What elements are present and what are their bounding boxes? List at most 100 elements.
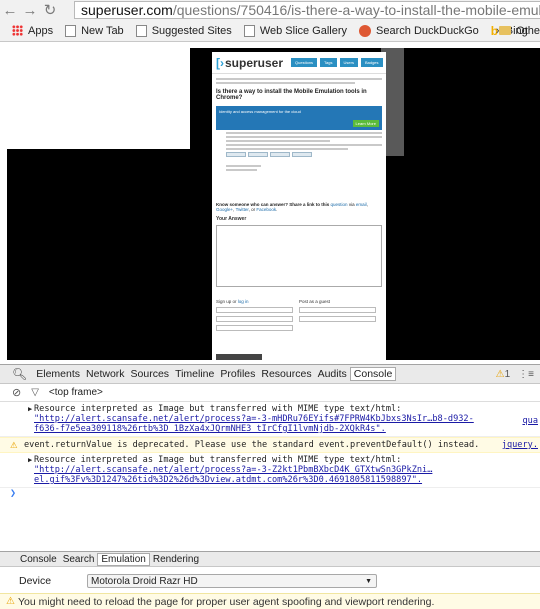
guest-label: Post as a guest bbox=[299, 299, 331, 304]
console-output[interactable]: ▶ Resource interpreted as Image but tran… bbox=[0, 402, 540, 550]
facebook-login-button[interactable] bbox=[216, 316, 293, 322]
nav-badges[interactable]: Badges bbox=[360, 58, 383, 67]
warning-icon: ⚠ bbox=[10, 440, 18, 450]
other-bookmarks-label: Othe bbox=[516, 24, 540, 37]
forward-arrow-icon[interactable]: → bbox=[20, 0, 40, 20]
site-logo[interactable]: [› superuser bbox=[216, 56, 283, 70]
bookmark-label: Apps bbox=[28, 24, 54, 37]
address-bar[interactable]: superuser.com/questions/750416/is-there-… bbox=[74, 1, 540, 19]
logo-text: superuser bbox=[225, 55, 284, 70]
your-answer-heading: Your Answer bbox=[216, 216, 247, 222]
bookmark-label: Suggested Sites bbox=[151, 24, 232, 37]
browser-toolbar: ← → ↻ superuser.com/questions/750416/is-… bbox=[0, 0, 540, 20]
stackexchange-login-button[interactable] bbox=[216, 325, 293, 331]
post-answer-button[interactable] bbox=[216, 354, 262, 360]
bookmark-label: New Tab bbox=[81, 24, 124, 37]
message-text: Resource interpreted as Image but transf… bbox=[34, 455, 402, 465]
share-prompt: Know someone who can answer? Share a lin… bbox=[216, 202, 368, 212]
share-question-link[interactable]: question bbox=[331, 202, 348, 207]
bookmark-label: Web Slice Gallery bbox=[259, 24, 348, 37]
drawer-tab-console[interactable]: Console bbox=[17, 554, 60, 565]
expand-triangle-icon[interactable]: ▶ bbox=[28, 455, 32, 465]
url-path: /questions/750416/is-there-a-way-to-inst… bbox=[172, 2, 540, 18]
drawer-tab-rendering[interactable]: Rendering bbox=[150, 554, 202, 565]
drawer-tab-search[interactable]: Search bbox=[60, 554, 98, 565]
chevron-down-icon: ▼ bbox=[365, 577, 372, 585]
duckduckgo-icon bbox=[359, 24, 372, 37]
message-link[interactable]: "http://alert.scansafe.net/alert/process… bbox=[34, 414, 474, 434]
tag-chip[interactable] bbox=[226, 152, 246, 157]
warning-count[interactable]: 1 bbox=[505, 369, 511, 380]
device-select[interactable]: Motorola Droid Razr HD ▼ bbox=[87, 574, 377, 588]
console-prompt[interactable]: ❯ bbox=[0, 488, 540, 499]
url-host: superuser.com bbox=[81, 2, 173, 18]
inspect-search-icon[interactable]: 🔍︎ bbox=[12, 367, 27, 381]
frame-selector[interactable]: <top frame> bbox=[49, 387, 103, 398]
filter-icon[interactable]: ▽ bbox=[31, 387, 39, 398]
guest-name-field[interactable] bbox=[299, 307, 376, 313]
bookmark-suggested-sites[interactable]: Suggested Sites bbox=[135, 24, 232, 37]
guest-email-field[interactable] bbox=[299, 316, 376, 322]
advertisement[interactable]: Identity and access management for the c… bbox=[216, 106, 382, 130]
question-meta-lines bbox=[212, 165, 386, 171]
viewport-white-region bbox=[7, 48, 190, 149]
warning-count-icon[interactable]: ⚠ bbox=[496, 369, 505, 380]
folder-icon bbox=[499, 26, 512, 35]
device-label: Device bbox=[19, 575, 52, 587]
warning-source-link[interactable]: jquery. bbox=[502, 440, 538, 450]
share-twitter-link[interactable]: Twitter bbox=[236, 207, 249, 212]
answer-editor[interactable] bbox=[216, 225, 382, 287]
bookmark-web-slice-gallery[interactable]: Web Slice Gallery bbox=[243, 24, 348, 37]
question-title[interactable]: Is there a way to install the Mobile Emu… bbox=[212, 86, 386, 104]
console-toolbar: ⊘ ▽ <top frame> bbox=[0, 384, 540, 402]
signup-section: Sign up or log in Post as a guest bbox=[212, 295, 386, 335]
message-text: Resource interpreted as Image but transf… bbox=[34, 404, 402, 414]
reload-warning-text: You might need to reload the page for pr… bbox=[17, 595, 435, 608]
tab-elements[interactable]: Elements bbox=[33, 368, 83, 380]
tag-chip[interactable] bbox=[248, 152, 268, 157]
devtools-right-controls: ⚠ 1 ⋮≡ bbox=[496, 369, 534, 380]
google-login-button[interactable] bbox=[216, 307, 293, 313]
ad-button[interactable]: Learn More bbox=[352, 120, 379, 127]
login-link[interactable]: log in bbox=[238, 299, 249, 304]
site-nav: Questions Tags Users Badges bbox=[291, 58, 386, 67]
apps-grid-icon bbox=[12, 25, 23, 36]
guest-column: Post as a guest bbox=[299, 299, 382, 331]
back-arrow-icon[interactable]: ← bbox=[0, 0, 20, 20]
clear-console-icon[interactable]: ⊘ bbox=[12, 386, 21, 399]
message-link[interactable]: "http://alert.scansafe.net/alert/process… bbox=[34, 465, 432, 485]
tab-timeline[interactable]: Timeline bbox=[172, 368, 217, 380]
tag-chip[interactable] bbox=[270, 152, 290, 157]
tab-network[interactable]: Network bbox=[83, 368, 128, 380]
device-row: Device Motorola Droid Razr HD ▼ bbox=[0, 571, 540, 591]
question-tags bbox=[226, 152, 372, 157]
message-source-link[interactable]: qua bbox=[522, 416, 538, 426]
tab-sources[interactable]: Sources bbox=[128, 368, 173, 380]
tab-console[interactable]: Console bbox=[349, 367, 397, 381]
bookmarks-bar: Apps New Tab Suggested Sites Web Slice G… bbox=[0, 20, 540, 42]
other-bookmarks[interactable]: Othe bbox=[499, 25, 540, 37]
reload-icon[interactable]: ↻ bbox=[40, 0, 60, 20]
drawer-tab-bar: Console Search Emulation Rendering bbox=[0, 551, 540, 567]
notice-lines bbox=[212, 74, 386, 84]
bookmark-new-tab[interactable]: New Tab bbox=[65, 24, 124, 37]
nav-tags[interactable]: Tags bbox=[320, 58, 337, 67]
dock-settings-icon[interactable]: ⋮≡ bbox=[518, 369, 534, 380]
share-facebook-link[interactable]: Facebook bbox=[256, 207, 276, 212]
tab-resources[interactable]: Resources bbox=[258, 368, 314, 380]
share-email-link[interactable]: email bbox=[356, 202, 367, 207]
tag-chip[interactable] bbox=[292, 152, 312, 157]
bookmark-apps[interactable]: Apps bbox=[12, 25, 53, 37]
console-message: ▶ Resource interpreted as Image but tran… bbox=[0, 402, 540, 437]
share-google-link[interactable]: Google+ bbox=[216, 207, 233, 212]
share-or-text: or bbox=[251, 207, 256, 212]
emulated-device-screen[interactable]: [› superuser Questions Tags Users Badges… bbox=[212, 52, 386, 360]
bookmark-search-duckduckgo[interactable]: Search DuckDuckGo bbox=[359, 24, 479, 37]
expand-triangle-icon[interactable]: ▶ bbox=[28, 404, 32, 414]
tab-profiles[interactable]: Profiles bbox=[217, 368, 258, 380]
drawer-tab-emulation[interactable]: Emulation bbox=[97, 552, 150, 566]
devtools-tab-bar: 🔍︎ Elements Network Sources Timeline Pro… bbox=[0, 364, 540, 384]
nav-users[interactable]: Users bbox=[339, 58, 358, 67]
tab-audits[interactable]: Audits bbox=[315, 368, 350, 380]
nav-questions[interactable]: Questions bbox=[291, 58, 318, 67]
